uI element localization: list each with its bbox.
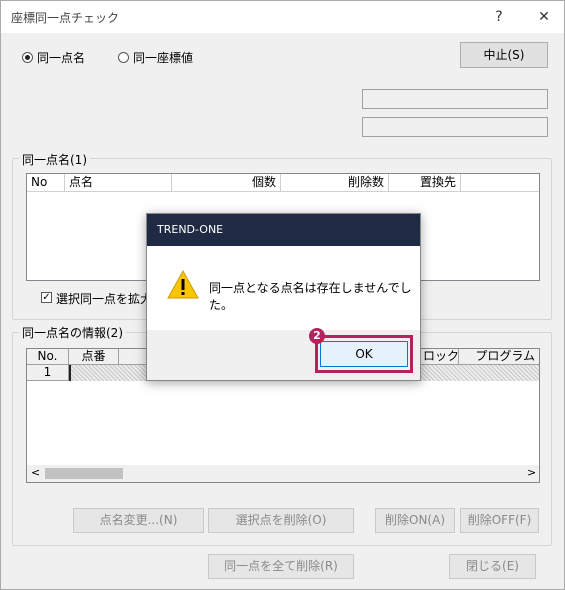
- delete-selected-button[interactable]: 選択点を削除(O): [208, 508, 354, 533]
- radio-same-coordinate[interactable]: [118, 52, 129, 63]
- dialog-title: TREND-ONE: [147, 214, 420, 246]
- scroll-left-icon[interactable]: <: [31, 466, 40, 479]
- rename-button[interactable]: 点名変更...(N): [73, 508, 204, 533]
- progress-field-1: [362, 89, 548, 109]
- close-icon[interactable]: ✕: [532, 5, 556, 29]
- group-info-label: 同一点名の情報(2): [19, 324, 126, 341]
- delete-on-button[interactable]: 削除ON(A): [375, 508, 455, 533]
- radio-same-coordinate-label: 同一座標値: [133, 51, 194, 65]
- close-button[interactable]: 閉じる(E): [449, 554, 536, 579]
- row-number: 1: [27, 365, 69, 381]
- ok-highlight: [315, 335, 413, 373]
- group-same-name-label: 同一点名(1): [19, 151, 90, 168]
- delete-off-button[interactable]: 削除OFF(F): [460, 508, 539, 533]
- step-badge: 2: [309, 328, 325, 344]
- col-count[interactable]: 個数: [172, 174, 281, 192]
- progress-field-2: [362, 117, 548, 137]
- dialog-message: 同一点となる点名は存在しませんでした。: [209, 281, 412, 312]
- help-button[interactable]: ?: [487, 5, 511, 29]
- col-delete-count[interactable]: 削除数: [281, 174, 389, 192]
- warning-icon: [167, 269, 199, 299]
- zoom-checkbox[interactable]: ✓: [41, 292, 52, 303]
- scroll-right-icon[interactable]: >: [527, 466, 536, 479]
- delete-all-button[interactable]: 同一点を全て削除(R): [208, 554, 354, 579]
- col-replace[interactable]: 置換先: [389, 174, 461, 192]
- cell-cursor: [69, 365, 71, 381]
- stop-button[interactable]: 中止(S): [460, 42, 548, 68]
- col-no2[interactable]: No.: [27, 349, 69, 365]
- col-no[interactable]: No: [27, 174, 65, 192]
- scrollbar-thumb[interactable]: [45, 468, 123, 479]
- col-point-name[interactable]: 点名: [65, 174, 172, 192]
- zoom-checkbox-label: 選択同一点を拡大: [56, 292, 153, 306]
- horizontal-scrollbar[interactable]: < >: [27, 465, 539, 482]
- col-empty: [461, 174, 539, 192]
- radio-same-name[interactable]: [22, 52, 33, 63]
- title-bar: 座標同一点チェック ? ✕: [1, 1, 564, 33]
- col-program[interactable]: プログラム: [459, 349, 539, 365]
- col-lock[interactable]: ロック: [419, 349, 459, 365]
- radio-same-name-label: 同一点名: [37, 51, 86, 65]
- col-point-number[interactable]: 点番: [69, 349, 119, 365]
- window-title: 座標同一点チェック: [11, 11, 120, 25]
